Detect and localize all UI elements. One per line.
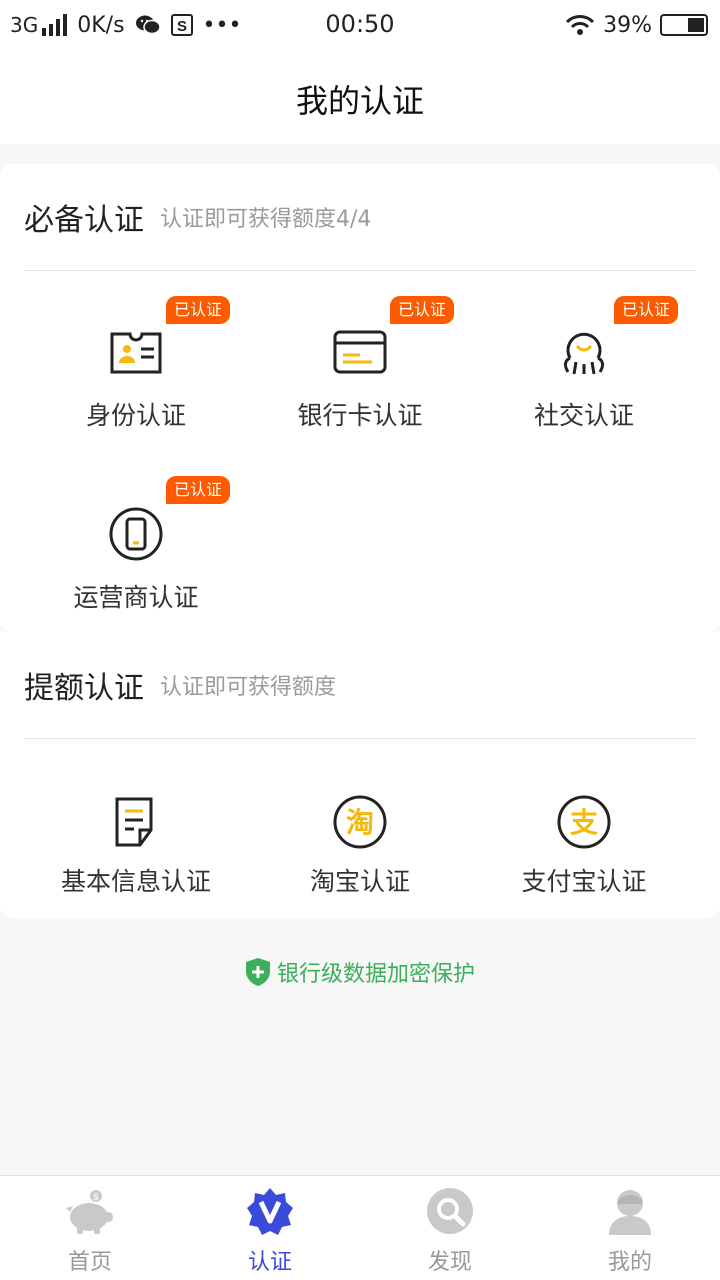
bank-card-verification-label: 银行卡认证 [297,401,423,430]
required-section-header: 必备认证 认证即可获得额度4/4 [24,164,371,270]
carrier-verification-item[interactable]: 已认证 运营商认证 [24,470,248,620]
user-icon [609,1190,651,1235]
shield-icon [245,958,270,986]
required-section-subtitle: 认证即可获得额度4/4 [160,207,372,232]
page-title: 我的认证 [295,82,424,120]
wifi-icon [566,15,595,35]
battery-fill [688,18,704,32]
id-verification-label: 身份认证 [85,401,186,430]
tab-verify-label: 认证 [247,1250,292,1275]
alipay-icon: 支 [557,795,611,849]
svg-text:$: $ [93,1192,99,1203]
piggy-bank-icon: $ [66,1188,113,1234]
taobao-icon: 淘 [333,795,387,849]
bottom-tab-bar: $ 首页 认证 发现 我的 [0,1175,720,1280]
svg-text:支: 支 [570,806,598,839]
tab-mine-label: 我的 [607,1250,652,1275]
alipay-verification-item[interactable]: 支 支付宝认证 [472,782,696,902]
verify-badge-icon [247,1188,293,1235]
required-section-title: 必备认证 [24,203,144,238]
bank-card-verification-item[interactable]: 已认证 银行卡认证 [248,290,472,440]
carrier-verification-label: 运营商认证 [73,583,199,612]
credit-section-subtitle: 认证即可获得额度 [160,675,337,700]
battery-percent: 39% [603,12,652,38]
security-note: 银行级数据加密保护 [0,956,720,988]
battery-icon [660,14,708,36]
social-icon [563,332,605,375]
alipay-verification-label: 支付宝认证 [521,867,647,896]
social-verification-label: 社交认证 [533,401,634,430]
id-card-icon [110,332,162,374]
credit-section-header: 提额认证 认证即可获得额度 [24,632,336,738]
status-bar: 3G 0K/s S ••• 00:50 39% [0,0,720,50]
social-verification-item[interactable]: 已认证 社交认证 [472,290,696,440]
verified-badge: 已认证 [166,476,231,504]
security-note-text: 银行级数据加密保护 [276,962,475,987]
verified-badge: 已认证 [390,296,455,324]
tab-verify[interactable]: 认证 [180,1176,360,1280]
verified-badge: 已认证 [614,296,679,324]
id-verification-item[interactable]: 已认证 身份认证 [24,290,248,440]
verified-badge: 已认证 [166,296,231,324]
discover-icon [427,1188,473,1234]
basic-info-verification-item[interactable]: 基本信息认证 [24,782,248,902]
tab-home-label: 首页 [67,1250,112,1275]
taobao-verification-label: 淘宝认证 [309,867,410,896]
required-section: 必备认证 认证即可获得额度4/4 已认证 身份认证 已认证 银行卡认证 已认证 [0,164,720,632]
taobao-verification-item[interactable]: 淘 淘宝认证 [248,782,472,902]
divider [24,270,696,271]
tab-discover-label: 发现 [427,1250,472,1275]
status-bar-right: 39% [565,10,708,40]
mobile-carrier-icon [109,507,163,561]
tab-mine[interactable]: 我的 [540,1176,720,1280]
svg-text:淘: 淘 [346,806,374,839]
bank-card-icon [333,330,387,374]
title-bar: 我的认证 [0,50,720,144]
tab-home[interactable]: $ 首页 [0,1176,180,1280]
credit-section-title: 提额认证 [24,671,144,706]
basic-info-verification-label: 基本信息认证 [60,867,211,896]
credit-section: 提额认证 认证即可获得额度 基本信息认证 淘 淘宝认证 支 支付宝认证 [0,632,720,918]
divider [24,738,696,739]
tab-discover[interactable]: 发现 [360,1176,540,1280]
document-icon [115,797,153,847]
